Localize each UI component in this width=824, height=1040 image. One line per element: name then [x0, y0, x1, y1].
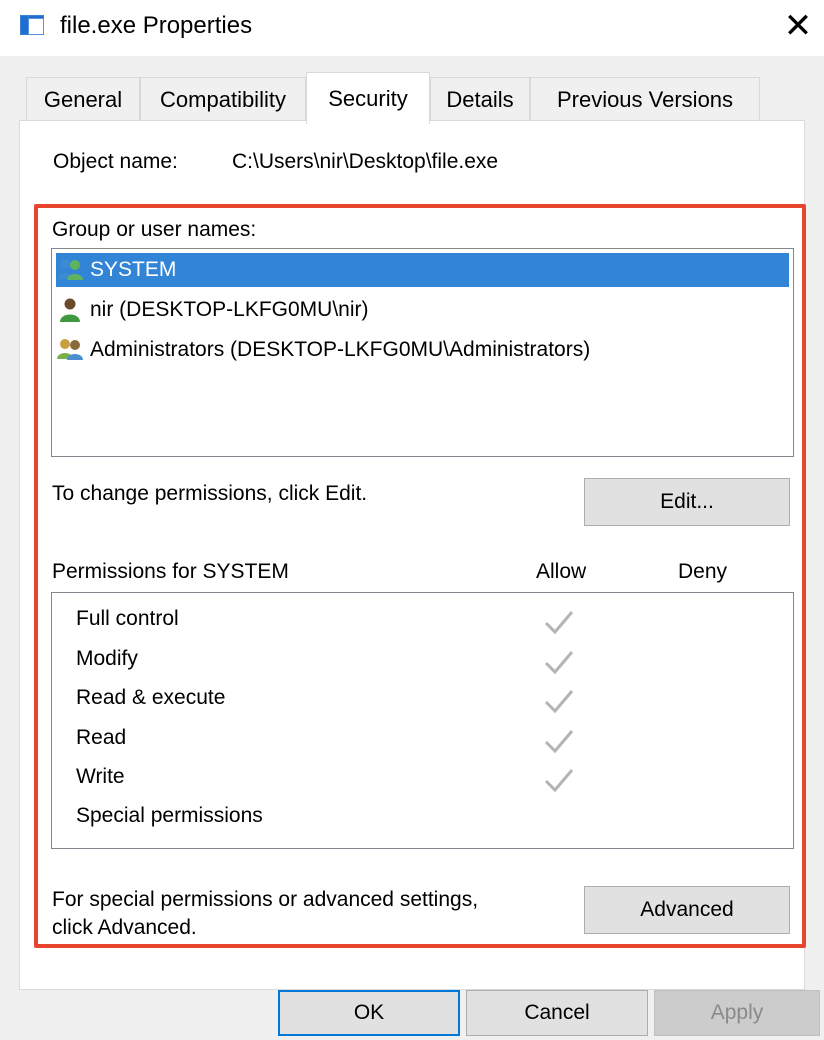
checkmark-icon: [544, 611, 574, 635]
allow-column-header: Allow: [536, 560, 587, 583]
checkmark-icon: [544, 769, 574, 793]
list-item-administrators[interactable]: Administrators (DESKTOP-LKFG0MU\Administ…: [56, 333, 590, 367]
permission-row-label: Modify: [76, 647, 138, 670]
apply-button[interactable]: Apply: [654, 990, 820, 1036]
deny-column-header: Deny: [678, 560, 728, 583]
permissions-list[interactable]: Full control Modify Read & execute Read …: [51, 592, 794, 849]
checkmark-icon: [544, 651, 574, 675]
object-name-value: C:\Users\nir\Desktop\file.exe: [232, 150, 499, 173]
cancel-button[interactable]: Cancel: [466, 990, 648, 1036]
group-user-names-label: Group or user names:: [52, 218, 257, 241]
checkmark-icon: [544, 690, 574, 714]
ok-button[interactable]: OK: [278, 990, 460, 1036]
list-item-label: Administrators (DESKTOP-LKFG0MU\Administ…: [90, 338, 591, 361]
advanced-instructions-line: For special permissions or advanced sett…: [52, 888, 479, 911]
tab-security[interactable]: Security: [306, 72, 430, 124]
advanced-button[interactable]: Advanced: [584, 886, 790, 934]
edit-button[interactable]: Edit...: [584, 478, 790, 526]
permission-row-label: Read: [76, 726, 127, 749]
list-item-system[interactable]: SYSTEM: [56, 253, 789, 287]
tab-general[interactable]: General: [26, 77, 140, 121]
list-item-label: nir (DESKTOP-LKFG0MU\nir): [90, 298, 369, 321]
advanced-instructions-line: click Advanced.: [52, 916, 197, 939]
object-name-label: Object name:: [53, 150, 178, 173]
users-group-icon: [57, 339, 83, 360]
permission-row-label: Write: [76, 765, 125, 788]
list-item-label: SYSTEM: [90, 258, 177, 281]
tab-details[interactable]: Details: [430, 77, 530, 121]
permission-row-label: Full control: [76, 607, 179, 630]
permissions-header: Permissions for SYSTEM: [52, 560, 289, 583]
window-icon: [20, 15, 44, 35]
advanced-instructions: For special permissions or advanced sett…: [52, 886, 478, 942]
group-user-list[interactable]: SYSTEM nir (DESKTOP-LKFG0MU\nir) Adminis…: [51, 248, 794, 457]
tab-previous-versions[interactable]: Previous Versions: [530, 77, 760, 121]
edit-instructions: To change permissions, click Edit.: [52, 482, 368, 505]
close-icon[interactable]: ✕: [778, 6, 818, 46]
user-icon: [60, 298, 80, 322]
tab-compatibility[interactable]: Compatibility: [140, 77, 306, 121]
checkmark-icon: [544, 730, 574, 754]
users-group-icon: [57, 259, 83, 280]
list-item-nir[interactable]: nir (DESKTOP-LKFG0MU\nir): [56, 293, 369, 327]
title-bar: file.exe Properties ✕: [0, 0, 824, 56]
permission-row-label: Special permissions: [76, 804, 263, 827]
permission-row-label: Read & execute: [76, 686, 226, 709]
window-title: file.exe Properties: [60, 12, 253, 39]
